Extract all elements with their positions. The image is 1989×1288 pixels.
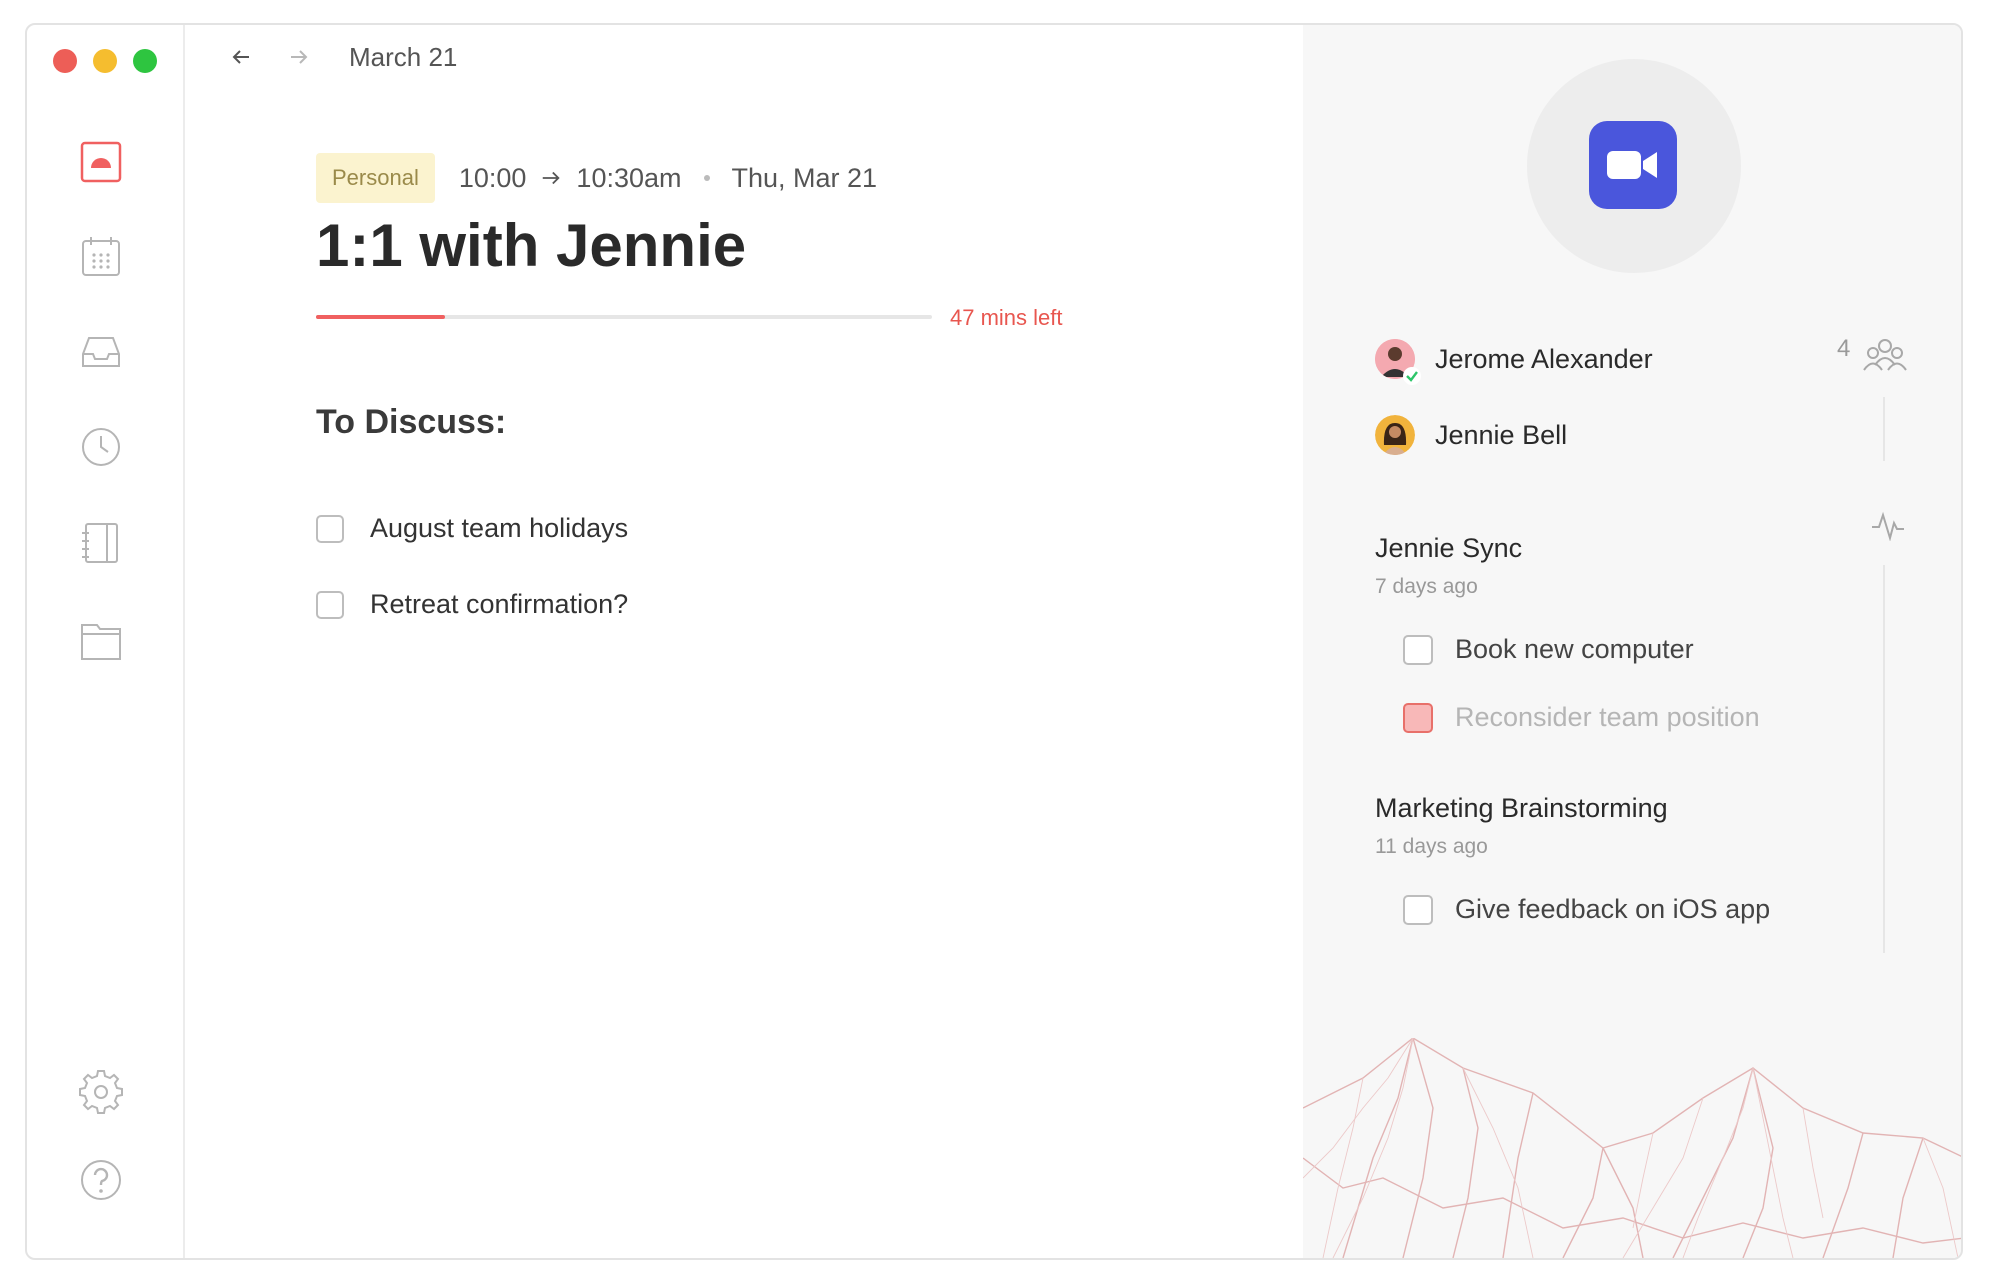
details-panel: Jerome Alexander 4 Jennie Bell Jennie Sy… bbox=[1303, 25, 1961, 1258]
checkbox[interactable] bbox=[1403, 634, 1433, 665]
history-item[interactable]: Give feedback on iOS app bbox=[1403, 894, 1770, 925]
avatar bbox=[1375, 339, 1421, 385]
separator-dot bbox=[703, 175, 710, 181]
discuss-item[interactable]: Retreat confirmation? bbox=[316, 589, 628, 620]
history-date: 11 days ago bbox=[1375, 835, 1488, 858]
checkbox[interactable] bbox=[316, 590, 344, 619]
inbox-icon[interactable] bbox=[77, 328, 125, 376]
video-camera-icon bbox=[1607, 151, 1657, 179]
close-window-button[interactable] bbox=[53, 49, 77, 73]
history-item[interactable]: Reconsider team position bbox=[1403, 702, 1760, 733]
back-button[interactable] bbox=[223, 39, 259, 75]
arrow-right-icon bbox=[543, 171, 561, 185]
attendee-name: Jerome Alexander bbox=[1435, 343, 1653, 374]
event-end: 10:30am bbox=[576, 162, 682, 193]
join-video-button[interactable] bbox=[1589, 121, 1677, 209]
people-icon[interactable] bbox=[1863, 337, 1907, 373]
divider-line bbox=[1883, 397, 1885, 461]
history-title[interactable]: Marketing Brainstorming bbox=[1375, 793, 1668, 824]
history-item-label: Reconsider team position bbox=[1455, 702, 1760, 732]
today-icon[interactable] bbox=[77, 138, 125, 186]
event-time[interactable]: 10:00 10:30am bbox=[459, 163, 682, 194]
avatar bbox=[1375, 415, 1415, 455]
attendee[interactable]: Jerome Alexander bbox=[1375, 339, 1653, 385]
history-title[interactable]: Jennie Sync bbox=[1375, 533, 1522, 564]
accepted-check-icon bbox=[1403, 367, 1421, 385]
discuss-item-label: August team holidays bbox=[370, 513, 629, 543]
forward-button[interactable] bbox=[281, 39, 317, 75]
top-navigation: March 21 bbox=[223, 39, 457, 75]
history-item-label: Give feedback on iOS app bbox=[1455, 894, 1771, 924]
mountains-illustration bbox=[1303, 1038, 1961, 1258]
maximize-window-button[interactable] bbox=[133, 49, 157, 73]
discuss-heading: To Discuss: bbox=[316, 403, 507, 441]
event-meta: Personal 10:00 10:30am Thu, Mar 21 bbox=[316, 153, 877, 203]
attendee[interactable]: Jennie Bell bbox=[1375, 415, 1567, 455]
calendar-icon[interactable] bbox=[77, 233, 125, 281]
main-content: March 21 Personal 10:00 10:30am Thu, Mar… bbox=[185, 25, 1305, 1258]
progress-fill bbox=[316, 315, 446, 319]
video-call-area bbox=[1527, 59, 1741, 273]
event-start: 10:00 bbox=[458, 162, 527, 193]
timeline-line bbox=[1883, 565, 1885, 953]
window-controls bbox=[53, 49, 157, 73]
help-icon[interactable] bbox=[77, 1156, 125, 1204]
event-date[interactable]: Thu, Mar 21 bbox=[732, 163, 878, 194]
sidebar bbox=[27, 25, 185, 1258]
event-tag[interactable]: Personal bbox=[316, 153, 435, 203]
time-left: 47 mins left bbox=[950, 305, 1063, 330]
checkbox[interactable] bbox=[316, 514, 344, 543]
attendee-count: 4 bbox=[1837, 335, 1851, 362]
person-avatar-icon bbox=[1375, 415, 1415, 455]
gear-icon[interactable] bbox=[77, 1068, 125, 1116]
discuss-item-label: Retreat confirmation? bbox=[370, 589, 629, 619]
checkbox[interactable] bbox=[1403, 894, 1433, 925]
checkbox-checked[interactable] bbox=[1403, 702, 1433, 733]
arrow-left-icon bbox=[232, 50, 249, 64]
history-item[interactable]: Book new computer bbox=[1403, 634, 1694, 665]
minimize-window-button[interactable] bbox=[93, 49, 117, 73]
notebook-icon[interactable] bbox=[77, 519, 125, 567]
meeting-progress-bar bbox=[316, 315, 932, 319]
history-date: 7 days ago bbox=[1375, 575, 1478, 598]
folder-icon[interactable] bbox=[77, 617, 125, 665]
history-item-label: Book new computer bbox=[1455, 634, 1694, 664]
arrow-right-icon bbox=[291, 50, 308, 64]
event-title[interactable]: 1:1 with Jennie bbox=[316, 211, 746, 280]
activity-icon[interactable] bbox=[1871, 511, 1905, 541]
discuss-item[interactable]: August team holidays bbox=[316, 513, 628, 544]
attendee-name: Jennie Bell bbox=[1435, 419, 1568, 450]
clock-icon[interactable] bbox=[77, 423, 125, 471]
breadcrumb: March 21 bbox=[349, 41, 458, 72]
app-window: March 21 Personal 10:00 10:30am Thu, Mar… bbox=[25, 23, 1963, 1260]
